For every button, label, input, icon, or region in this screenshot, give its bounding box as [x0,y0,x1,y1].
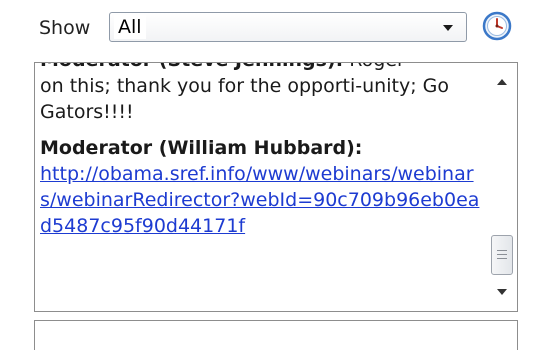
grip-line [497,258,507,259]
arrow-up-icon[interactable] [491,71,513,93]
message-text: on this; thank you for the opporti-unity… [40,75,449,123]
webinar-link[interactable]: http://obama.sref.info/www/webinars/webi… [40,163,479,237]
chevron-down-icon [443,25,453,31]
clock-icon[interactable] [480,9,514,43]
arrow-down-icon[interactable] [491,281,513,303]
message-sender: Moderator (William Hubbard): [40,137,363,159]
grip-line [497,254,507,255]
show-filter-dropdown[interactable]: All [109,12,467,42]
grip-line [497,250,507,251]
scrollbar-thumb[interactable] [491,235,513,275]
message-sender: Moderator (Steve Jennings): [40,63,343,71]
show-filter-label: Show [39,17,91,39]
chat-toolbar: Show All [0,0,544,60]
chat-scrollbar[interactable] [487,63,517,311]
chat-message: Moderator (Steve Jennings): Roger on thi… [40,63,482,125]
chat-message: Moderator (William Hubbard): http://obam… [40,135,482,239]
message-text-start: Roger [343,63,405,71]
chat-messages: Moderator (Steve Jennings): Roger on thi… [40,63,482,249]
message-input[interactable] [34,320,518,350]
show-filter-value: All [114,15,146,39]
chat-log[interactable]: Moderator (Steve Jennings): Roger on thi… [34,62,518,312]
